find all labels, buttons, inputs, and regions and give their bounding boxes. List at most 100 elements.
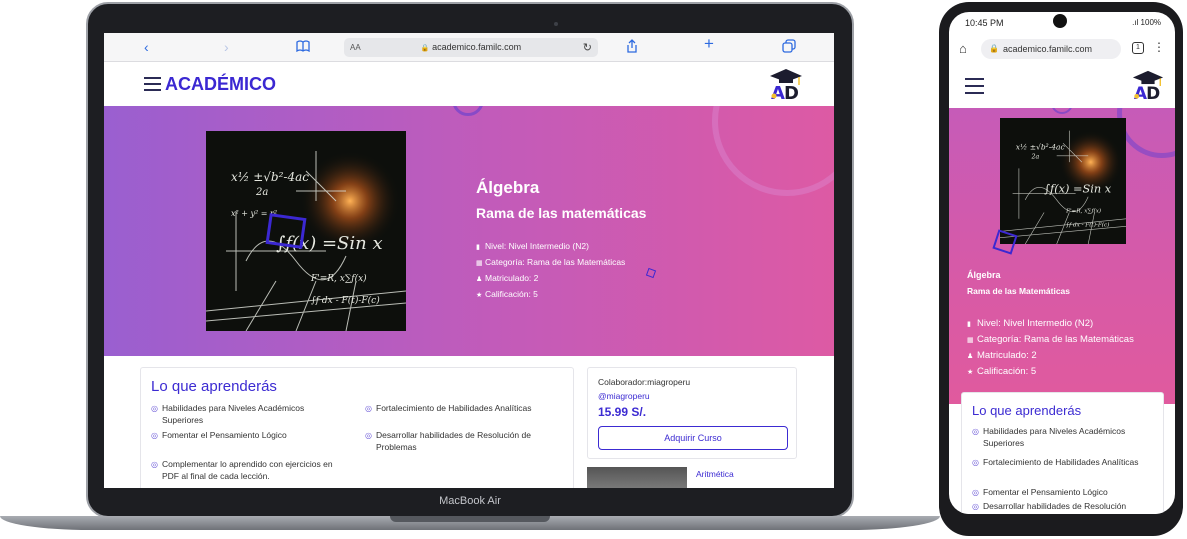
phone-address-bar[interactable]: 🔒 academico.familc.com <box>981 39 1121 59</box>
grid-icon: ▦ <box>476 260 483 267</box>
phone-learn-card: Lo que aprenderás Habilidades para Nivel… <box>961 392 1164 514</box>
star-icon: ★ <box>476 292 483 299</box>
meta-level: ▮ Nivel: Nivel Intermedio (N2) <box>967 316 1134 332</box>
collaborator-label: Colaborador:miagroperu <box>598 377 691 387</box>
course-image: x½ ±√b²-4ac 2a x² + y² = r² ∫f(x) =Sin x… <box>206 131 406 331</box>
menu-icon[interactable] <box>965 78 984 94</box>
meta-category-text: Categoría: Rama de las Matemáticas <box>485 257 626 267</box>
learn-item: Fomentar el Pensamiento Lógico <box>972 486 1157 499</box>
learn-item: Fortalecimiento de Habilidades Analítica… <box>365 402 565 415</box>
decor-ring <box>1051 108 1073 114</box>
home-icon[interactable]: ⌂ <box>959 41 967 56</box>
phone-site-header: A D <box>949 64 1175 108</box>
decor-ring <box>452 106 484 116</box>
tabs-icon[interactable] <box>782 39 796 56</box>
meta-rating-text: Calificación: 5 <box>977 366 1037 377</box>
svg-text:2a: 2a <box>1031 153 1040 160</box>
site-logo[interactable]: A D <box>768 67 804 104</box>
signal-icon: ▮ <box>476 244 480 251</box>
course-hero: x½ ±√b²-4ac 2a x² + y² = r² ∫f(x) =Sin x… <box>104 106 834 356</box>
svg-text:x½ ±√b²-4ac: x½ ±√b²-4ac <box>231 170 309 184</box>
phone-url-bar: ⌂ 🔒 academico.familc.com 1 ⋮ <box>949 34 1175 64</box>
learn-title: Lo que aprenderás <box>972 403 1082 418</box>
tab-count[interactable]: 1 <box>1132 42 1144 54</box>
course-subtitle: Rama de las matemáticas <box>476 205 647 221</box>
meta-enrolled: ♟ Matriculado: 2 <box>476 271 625 287</box>
phone-url-text: academico.familc.com <box>1003 44 1093 54</box>
url-text: academico.familc.com <box>432 42 522 52</box>
meta-category-text: Categoría: Rama de las Matemáticas <box>977 334 1134 345</box>
meta-category: ▦ Categoría: Rama de las Matemáticas <box>967 332 1134 348</box>
menu-icon[interactable] <box>144 77 161 91</box>
meta-enrolled: ♟ Matriculado: 2 <box>967 348 1134 364</box>
learn-item: Habilidades para Niveles Académicos Supe… <box>151 402 331 426</box>
back-icon[interactable]: ‹ <box>144 39 149 55</box>
lock-icon: 🔒 <box>420 45 430 52</box>
course-title: Álgebra <box>476 178 540 197</box>
svg-text:∫f(x) =Sin x: ∫f(x) =Sin x <box>276 233 383 254</box>
site-header: ACADÉMICO A D <box>104 62 834 106</box>
learn-item: Fomentar el Pensamiento Lógico <box>151 429 331 442</box>
meta-rating-text: Calificación: 5 <box>485 289 538 299</box>
front-camera <box>1053 14 1067 28</box>
learn-item: Desarrollar habilidades de Resolución de… <box>365 429 555 453</box>
phone-screen: 10:45 PM .ıl 100% ⌂ 🔒 academico.familc.c… <box>949 12 1175 514</box>
laptop-notch <box>390 516 550 522</box>
address-bar[interactable]: AA 🔒 academico.familc.com ↻ <box>344 38 598 57</box>
svg-text:F'=R, x∑f(x): F'=R, x∑f(x) <box>1065 208 1101 215</box>
svg-text:x½ ±√b²-4ac: x½ ±√b²-4ac <box>1016 143 1066 152</box>
svg-text:∫f dx - F(t)-F(c): ∫f dx - F(t)-F(c) <box>311 295 380 306</box>
course-meta: ▮ Nivel: Nivel Intermedio (N2) ▦ Categoría… <box>476 239 625 303</box>
collaborator-handle[interactable]: @miagroperu <box>598 391 650 401</box>
svg-text:2a: 2a <box>255 187 268 198</box>
share-icon[interactable] <box>626 39 638 56</box>
reload-icon[interactable]: ↻ <box>583 41 592 54</box>
star-icon: ★ <box>967 369 974 376</box>
lock-icon: 🔒 <box>989 44 999 53</box>
site-brand[interactable]: ACADÉMICO <box>165 74 276 95</box>
grid-icon: ▦ <box>967 337 974 344</box>
learn-item: Habilidades para Niveles Académicos Supe… <box>972 425 1157 449</box>
device-mockup-stage: MacBook Air ‹ › AA 🔒 academico.familc.co… <box>0 0 1187 539</box>
course-meta: ▮ Nivel: Nivel Intermedio (N2) ▦ Categoría… <box>967 316 1134 380</box>
bookmarks-icon[interactable] <box>296 40 310 57</box>
svg-text:∫f dx - F(t)-F(c): ∫f dx - F(t)-F(c) <box>1066 221 1109 228</box>
meta-category: ▦ Categoría: Rama de las Matemáticas <box>476 255 625 271</box>
user-plus-icon: ♟ <box>476 276 483 283</box>
learn-card: Lo que aprenderás Habilidades para Nivel… <box>140 367 574 488</box>
meta-rating: ★ Calificación: 5 <box>476 287 625 303</box>
site-logo[interactable]: A D <box>1131 68 1165 104</box>
laptop-screen: ‹ › AA 🔒 academico.familc.com ↻ + ACADÉM… <box>104 33 834 488</box>
svg-text:∫f(x) =Sin x: ∫f(x) =Sin x <box>1044 181 1112 195</box>
meta-level-text: Nivel: Nivel Intermedio (N2) <box>485 241 589 251</box>
laptop-camera <box>554 22 558 26</box>
learn-item: Desarrollar habilidades de Resolución <box>972 500 1157 513</box>
status-time: 10:45 PM <box>965 18 1004 28</box>
status-battery: .ıl 100% <box>1132 18 1161 27</box>
svg-text:F'=R, x∑f(x): F'=R, x∑f(x) <box>310 273 367 284</box>
phone-status-bar: 10:45 PM .ıl 100% <box>949 12 1175 34</box>
decor-square <box>645 267 657 279</box>
related-course-thumbnail[interactable] <box>587 467 687 488</box>
purchase-card: Colaborador:miagroperu @miagroperu 15.99… <box>587 367 797 459</box>
new-tab-icon[interactable]: + <box>704 35 714 52</box>
decor-ring-large <box>712 106 834 196</box>
phone-course-hero: x½ ±√b²-4ac 2a ∫f(x) =Sin x F'=R, x∑f(x)… <box>949 108 1175 404</box>
related-course-name[interactable]: Aritmética <box>696 469 734 479</box>
meta-rating: ★ Calificación: 5 <box>967 364 1134 380</box>
learn-item: Fortalecimiento de Habilidades Analítica… <box>972 456 1157 469</box>
buy-course-button[interactable]: Adquirir Curso <box>598 426 788 450</box>
course-price: 15.99 S/. <box>598 405 647 419</box>
laptop-label: MacBook Air <box>90 488 850 514</box>
forward-icon[interactable]: › <box>224 39 229 55</box>
learn-title: Lo que aprenderás <box>151 378 277 395</box>
meta-level: ▮ Nivel: Nivel Intermedio (N2) <box>476 239 625 255</box>
meta-level-text: Nivel: Nivel Intermedio (N2) <box>977 318 1094 329</box>
user-plus-icon: ♟ <box>967 353 974 360</box>
address-url: 🔒 academico.familc.com <box>344 42 598 52</box>
signal-icon: ▮ <box>967 321 971 328</box>
more-vert-icon[interactable]: ⋮ <box>1153 40 1165 54</box>
meta-enrolled-text: Matriculado: 2 <box>977 350 1037 361</box>
browser-toolbar: ‹ › AA 🔒 academico.familc.com ↻ + <box>104 33 834 62</box>
svg-text:D: D <box>1146 84 1160 102</box>
